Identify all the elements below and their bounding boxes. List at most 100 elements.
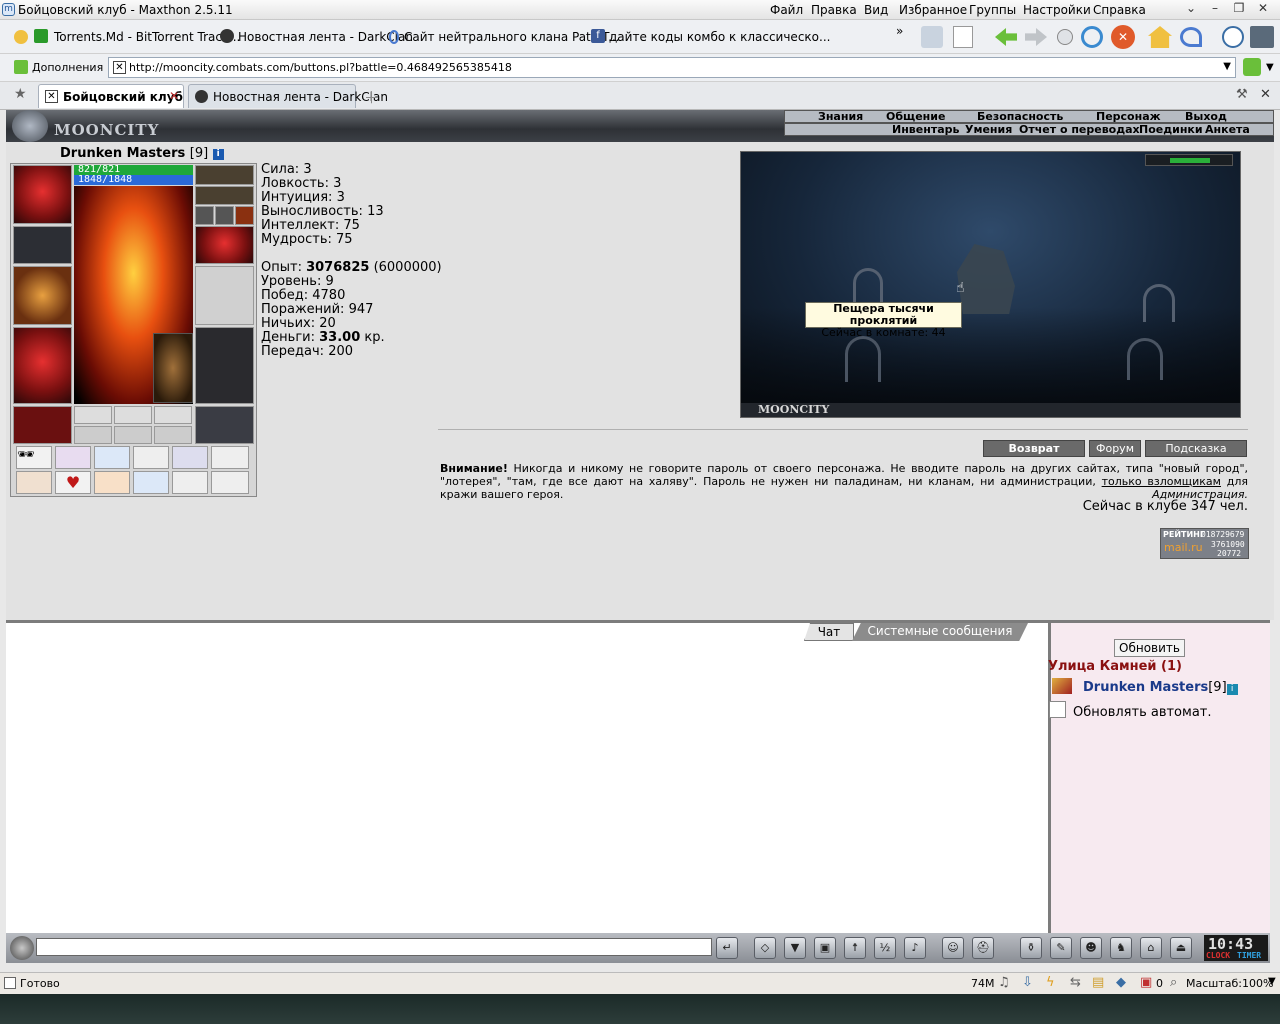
bookmark-darkclan[interactable]: Новостная лента - DarkClan	[238, 30, 413, 44]
empty-item-slot-2[interactable]	[172, 471, 208, 494]
favorites-heart-icon[interactable]	[14, 30, 28, 44]
nav-character[interactable]: Персонаж	[1096, 110, 1161, 123]
zoom-dropdown-icon[interactable]: ▼	[1268, 976, 1276, 987]
armor-slot[interactable]	[13, 327, 72, 404]
tab-chat[interactable]: Чат	[804, 623, 854, 641]
amulet-slot[interactable]	[195, 186, 254, 205]
close-icon[interactable]: ✕	[1252, 1, 1274, 18]
chat-input[interactable]	[36, 938, 712, 956]
stop-icon[interactable]: ✕	[1111, 25, 1135, 49]
nav-skills[interactable]: Умения	[965, 123, 1012, 136]
fighter-icon[interactable]: ☨	[844, 937, 866, 959]
bookmark-path[interactable]: Сайт нейтрального клана Path T...	[404, 30, 620, 44]
cake-item[interactable]	[94, 471, 130, 494]
refresh-icon[interactable]	[1081, 26, 1103, 48]
lightning-icon[interactable]: ϟ	[1046, 975, 1055, 990]
address-input[interactable]: ✕ http://mooncity.combats.com/buttons.pl…	[108, 57, 1236, 78]
rune-slot-6[interactable]	[154, 426, 192, 444]
private-message-icon[interactable]	[1052, 678, 1072, 694]
info-icon[interactable]: i	[212, 149, 224, 160]
arch-building-3[interactable]	[845, 336, 881, 382]
dropdown-icon[interactable]	[1057, 29, 1073, 45]
ring-slot-3[interactable]	[235, 206, 254, 225]
exit-icon[interactable]: ⏏	[1170, 937, 1192, 959]
speaker-icon[interactable]: ♫	[998, 975, 1010, 990]
rune-slot-5[interactable]	[114, 426, 152, 444]
new-tab-icon[interactable]: ＋	[364, 87, 379, 108]
arch-building-4[interactable]	[1127, 338, 1163, 380]
scroll-item-2[interactable]	[94, 446, 130, 469]
restore-icon[interactable]: ❐	[1228, 1, 1250, 18]
gloves-slot[interactable]	[195, 226, 254, 264]
boots-slot[interactable]	[195, 406, 254, 444]
scroll-item-5[interactable]	[16, 471, 52, 494]
helmet-slot[interactable]	[13, 165, 72, 224]
user-icon[interactable]	[921, 26, 943, 48]
send-icon[interactable]: ↵	[716, 937, 738, 959]
star-icon[interactable]: ★	[14, 86, 27, 102]
screen-icon[interactable]	[1250, 26, 1274, 48]
ring-slot-2[interactable]	[215, 206, 234, 225]
clock-widget[interactable]: 10:43 CLOCK TIMER	[1204, 935, 1268, 961]
rune-slot-2[interactable]	[114, 406, 152, 424]
popup-blocker-icon[interactable]: ▣	[1140, 975, 1152, 990]
cave-building[interactable]	[957, 244, 1015, 314]
scroll-item-3[interactable]	[133, 446, 169, 469]
menu-help[interactable]: Справка	[1093, 3, 1146, 17]
nav-transfers[interactable]: Отчет о переводах	[1019, 123, 1140, 136]
room-player-name[interactable]: Drunken Masters	[1083, 680, 1208, 695]
minimize-icon[interactable]: –	[1204, 1, 1226, 18]
menu-file[interactable]: Файл	[770, 3, 803, 17]
tab-darkclan[interactable]: Новостная лента - DarkClan	[188, 84, 388, 108]
empty-item-slot-3[interactable]	[211, 471, 249, 494]
bottle-icon[interactable]: ⚱	[1020, 937, 1042, 959]
scroll-item-1[interactable]	[55, 446, 91, 469]
address-url[interactable]: http://mooncity.combats.com/buttons.pl?b…	[129, 61, 512, 74]
earrings-slot[interactable]	[195, 165, 254, 185]
bracers-slot[interactable]	[13, 226, 72, 264]
folder-icon[interactable]: ▤	[1092, 975, 1104, 990]
pet-avatar[interactable]	[153, 333, 193, 403]
network-icon[interactable]: ⇆	[1070, 975, 1081, 990]
diamond-status-icon[interactable]: ◆	[1116, 975, 1126, 990]
sunglasses-item[interactable]: 🕶	[16, 446, 52, 469]
clock-icon[interactable]	[1222, 26, 1244, 48]
mailru-counter[interactable]: РЕЙТИНГ 018729679 mail.ru 3761090 20772	[1160, 528, 1249, 559]
weapon-slot[interactable]	[13, 266, 72, 325]
addons-button[interactable]: Дополнения	[32, 61, 103, 74]
rune-slot-4[interactable]	[74, 426, 112, 444]
smiley-icon[interactable]: ☺	[942, 937, 964, 959]
ring-slot-1[interactable]	[195, 206, 214, 225]
nav-fights[interactable]: Поединки	[1139, 123, 1203, 136]
menu-view[interactable]: Вид	[864, 3, 888, 17]
filter-icon[interactable]: ▼	[784, 937, 806, 959]
belt-slot[interactable]	[13, 406, 72, 444]
scroll-item-6[interactable]	[133, 471, 169, 494]
nav-knowledge[interactable]: Знания	[818, 110, 863, 123]
bookmark-combo[interactable]: дайте коды комбо к классическо...	[609, 30, 830, 44]
volume-icon[interactable]: ♪	[904, 937, 926, 959]
scroll-item-4[interactable]	[172, 446, 208, 469]
forum-button[interactable]: Форум	[1089, 440, 1141, 457]
refresh-button[interactable]: Обновить	[1114, 639, 1185, 657]
rune-slot-3[interactable]	[154, 406, 192, 424]
tab-close-icon[interactable]: ✕	[169, 89, 179, 103]
go-icon[interactable]	[1243, 58, 1261, 76]
shield-slot-empty[interactable]	[195, 266, 254, 325]
address-dropdown-icon[interactable]: ▼	[1223, 61, 1231, 72]
character-name[interactable]: Drunken Masters	[60, 146, 185, 161]
nav-profile[interactable]: Анкета	[1205, 123, 1250, 136]
quill-icon[interactable]: ✎	[1050, 937, 1072, 959]
chat-log[interactable]	[6, 620, 1048, 933]
rune-slot-1[interactable]	[74, 406, 112, 424]
zoom-level[interactable]: Масштаб:100%	[1186, 977, 1273, 990]
close-tab-icon[interactable]: ✕	[1260, 87, 1271, 102]
nav-inventory[interactable]: Инвентарь	[892, 123, 959, 136]
nav-security[interactable]: Безопасность	[977, 110, 1063, 123]
menu-settings[interactable]: Настройки	[1023, 3, 1091, 17]
empty-item-slot-1[interactable]	[211, 446, 249, 469]
tab-fight-club[interactable]: ✕ Бойцовский клуб ✕	[38, 84, 184, 108]
gear-icon[interactable]	[10, 936, 34, 960]
helmet-icon[interactable]: ⛑	[972, 937, 994, 959]
house-icon[interactable]: ⌂	[1140, 937, 1162, 959]
